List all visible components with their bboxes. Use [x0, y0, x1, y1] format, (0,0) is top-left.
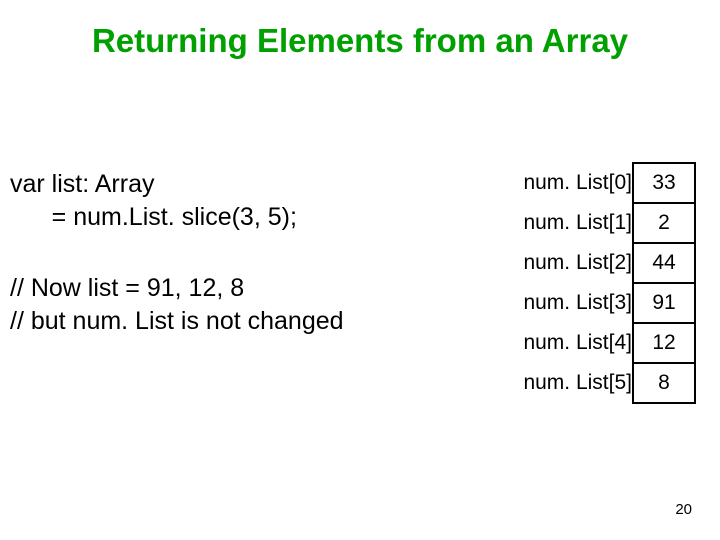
table-row: num. List[5] 8	[512, 363, 695, 403]
array-value-cell: 44	[633, 243, 695, 283]
array-value-cell: 2	[633, 203, 695, 243]
array-index-label: num. List[0]	[512, 163, 633, 203]
array-index-label: num. List[2]	[512, 243, 633, 283]
code-line: // but num. List is not changed	[10, 305, 344, 338]
table-row: num. List[4] 12	[512, 323, 695, 363]
array-table: num. List[0] 33 num. List[1] 2 num. List…	[512, 162, 696, 404]
code-snippet-1: var list: Array = num.List. slice(3, 5);	[10, 168, 297, 233]
array-index-label: num. List[3]	[512, 283, 633, 323]
array-value-cell: 33	[633, 163, 695, 203]
code-line: var list: Array	[10, 168, 297, 201]
table-row: num. List[0] 33	[512, 163, 695, 203]
array-index-label: num. List[5]	[512, 363, 633, 403]
array-value-cell: 12	[633, 323, 695, 363]
table-row: num. List[2] 44	[512, 243, 695, 283]
slide-title: Returning Elements from an Array	[0, 22, 720, 60]
code-line: = num.List. slice(3, 5);	[10, 201, 297, 234]
code-line: // Now list = 91, 12, 8	[10, 272, 344, 305]
table-row: num. List[3] 91	[512, 283, 695, 323]
page-number: 20	[675, 501, 692, 518]
array-index-label: num. List[4]	[512, 323, 633, 363]
array-value-cell: 91	[633, 283, 695, 323]
array-index-label: num. List[1]	[512, 203, 633, 243]
table-row: num. List[1] 2	[512, 203, 695, 243]
array-value-cell: 8	[633, 363, 695, 403]
code-snippet-2: // Now list = 91, 12, 8 // but num. List…	[10, 272, 344, 337]
